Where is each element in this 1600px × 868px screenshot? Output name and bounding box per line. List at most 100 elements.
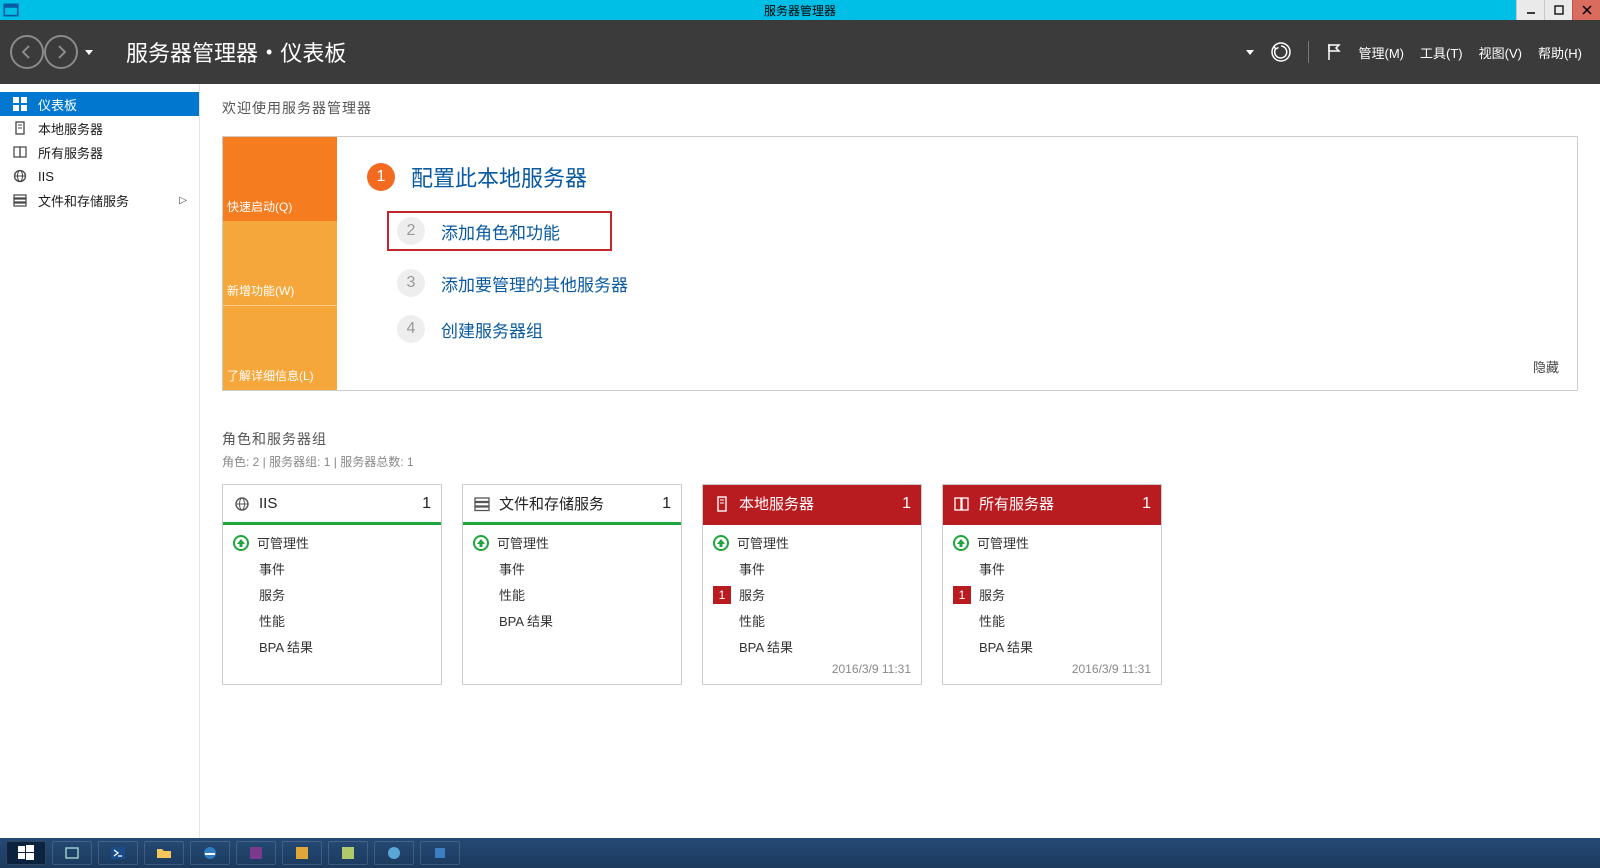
forward-button[interactable] <box>44 35 78 69</box>
tile-row-bpa[interactable]: BPA 结果 <box>713 637 911 656</box>
tile-row-bpa[interactable]: BPA 结果 <box>233 637 431 656</box>
sidebar-item-label: 文件和存储服务 <box>38 191 129 210</box>
step-link: 添加要管理的其他服务器 <box>441 271 628 296</box>
menu-manage[interactable]: 管理(M) <box>1359 43 1405 62</box>
header-dropdown-1[interactable] <box>1246 50 1254 55</box>
tile-row-label: 服务 <box>259 585 285 604</box>
tile-body: 可管理性事件 1服务性能 BPA 结果 <box>703 525 921 662</box>
taskbar-app-generic-4[interactable] <box>374 841 414 865</box>
taskbar-app-explorer[interactable] <box>144 841 184 865</box>
server-icon <box>12 120 28 136</box>
tile[interactable]: IIS1可管理性事件服务性能BPA 结果 <box>222 484 442 685</box>
taskbar-app-generic-1[interactable] <box>236 841 276 865</box>
window-controls <box>1516 0 1600 20</box>
tiles: IIS1可管理性事件服务性能BPA 结果文件和存储服务1可管理性事件性能BPA … <box>222 484 1578 685</box>
breadcrumb-separator: • <box>266 42 272 63</box>
tile-row-events[interactable]: 事件 <box>713 559 911 578</box>
tile-row-manageability[interactable]: 可管理性 <box>953 533 1151 552</box>
tile-icon <box>953 495 971 513</box>
up-arrow-icon <box>713 535 729 551</box>
taskbar-app-generic-3[interactable] <box>328 841 368 865</box>
taskbar <box>0 838 1600 868</box>
taskbar-app-generic-5[interactable] <box>420 841 460 865</box>
hide-link[interactable]: 隐藏 <box>1533 357 1559 376</box>
tile[interactable]: 本地服务器1 可管理性事件 1服务性能 BPA 结果 2016/3/9 11:31 <box>702 484 922 685</box>
taskbar-app-powershell[interactable] <box>98 841 138 865</box>
tab-learnmore[interactable]: 了解详细信息(L) <box>223 305 337 390</box>
step-configure-server[interactable]: 1 配置此本地服务器 <box>367 161 1547 193</box>
tile-row-performance[interactable]: 性能 <box>473 585 671 604</box>
taskbar-app-ie[interactable] <box>190 841 230 865</box>
tile-row-performance[interactable]: 性能 <box>713 611 911 630</box>
tile-header: 文件和存储服务1 <box>463 485 681 525</box>
tile-row-bpa[interactable]: BPA 结果 <box>953 637 1151 656</box>
tile-row-events[interactable]: 事件 <box>233 559 431 578</box>
up-arrow-icon <box>473 535 489 551</box>
refresh-button[interactable] <box>1270 41 1292 63</box>
welcome-main: 1 配置此本地服务器 2 添加角色和功能 3 添加要管理的其他服务器 4 创建服… <box>337 137 1577 390</box>
step-add-roles[interactable]: 2 添加角色和功能 <box>387 211 612 251</box>
tile-row-events[interactable]: 事件 <box>953 559 1151 578</box>
tile-row-performance[interactable]: 性能 <box>233 611 431 630</box>
close-button[interactable] <box>1572 0 1600 20</box>
tile-row-bpa[interactable]: BPA 结果 <box>473 611 671 630</box>
menu-view[interactable]: 视图(V) <box>1479 43 1522 62</box>
menu-help[interactable]: 帮助(H) <box>1538 43 1582 62</box>
flag-icon[interactable] <box>1325 42 1343 62</box>
taskbar-app-generic-2[interactable] <box>282 841 322 865</box>
tile-timestamp: 2016/3/9 11:31 <box>703 662 921 684</box>
header-right: 管理(M) 工具(T) 视图(V) 帮助(H) <box>1246 41 1583 63</box>
tile-row-manageability[interactable]: 可管理性 <box>713 533 911 552</box>
tile-name: IIS <box>259 495 277 512</box>
tile[interactable]: 所有服务器1 可管理性事件 1服务性能 BPA 结果 2016/3/9 11:31 <box>942 484 1162 685</box>
sidebar-item-dashboard[interactable]: 仪表板 <box>0 92 199 116</box>
tile-body: 可管理性事件性能 BPA 结果 <box>463 525 681 664</box>
tile-count: 1 <box>902 495 911 513</box>
sidebar-item-all-servers[interactable]: 所有服务器 <box>0 140 199 164</box>
tile-icon <box>713 495 731 513</box>
sidebar: 仪表板 本地服务器 所有服务器 IIS 文件和存储服务 ▷ <box>0 84 200 838</box>
tab-quickstart[interactable]: 快速启动(Q) <box>223 137 337 221</box>
tile-row-services[interactable]: 1服务 <box>953 585 1151 604</box>
tile-timestamp: 2016/3/9 11:31 <box>943 662 1161 684</box>
alert-badge: 1 <box>953 586 971 604</box>
back-button[interactable] <box>10 35 44 69</box>
tile-row-manageability[interactable]: 可管理性 <box>473 533 671 552</box>
servers-icon <box>12 144 28 160</box>
tile-row-services[interactable]: 1服务 <box>713 585 911 604</box>
welcome-title: 欢迎使用服务器管理器 <box>222 98 1578 118</box>
nav-history-dropdown[interactable] <box>80 50 98 55</box>
tile[interactable]: 文件和存储服务1 可管理性事件性能 BPA 结果 <box>462 484 682 685</box>
tile-count: 1 <box>1142 495 1151 513</box>
content: 欢迎使用服务器管理器 快速启动(Q) 新增功能(W) 了解详细信息(L) 1 配… <box>200 84 1600 838</box>
taskbar-app-server-manager[interactable] <box>52 841 92 865</box>
tile-row-label: 可管理性 <box>257 533 309 552</box>
step-number-1: 1 <box>367 163 395 191</box>
start-button[interactable] <box>6 841 46 865</box>
tile-icon <box>233 495 251 513</box>
nav-arrows <box>10 35 98 69</box>
alert-badge: 1 <box>713 586 731 604</box>
sidebar-item-label: 所有服务器 <box>38 143 103 162</box>
step-create-group[interactable]: 4 创建服务器组 <box>397 315 1547 343</box>
tile-header: 所有服务器1 <box>943 485 1161 525</box>
tile-row-label: BPA 结果 <box>499 611 553 630</box>
step-add-servers[interactable]: 3 添加要管理的其他服务器 <box>397 269 1547 297</box>
sidebar-item-storage[interactable]: 文件和存储服务 ▷ <box>0 188 199 212</box>
tile-row-label: 可管理性 <box>977 533 1029 552</box>
menu-tools[interactable]: 工具(T) <box>1420 43 1463 62</box>
step-link: 配置此本地服务器 <box>411 161 587 193</box>
roles-subtitle: 角色: 2 | 服务器组: 1 | 服务器总数: 1 <box>222 453 1578 470</box>
tile-row-performance[interactable]: 性能 <box>953 611 1151 630</box>
tile-header: 本地服务器1 <box>703 485 921 525</box>
tile-row-services[interactable]: 服务 <box>233 585 431 604</box>
tile-row-manageability[interactable]: 可管理性 <box>233 533 431 552</box>
tile-row-label: 事件 <box>259 559 285 578</box>
minimize-button[interactable] <box>1516 0 1544 20</box>
tile-row-events[interactable]: 事件 <box>473 559 671 578</box>
breadcrumb-page: 仪表板 <box>280 36 346 68</box>
maximize-button[interactable] <box>1544 0 1572 20</box>
sidebar-item-local-server[interactable]: 本地服务器 <box>0 116 199 140</box>
tab-whatsnew[interactable]: 新增功能(W) <box>223 221 337 305</box>
sidebar-item-iis[interactable]: IIS <box>0 164 199 188</box>
